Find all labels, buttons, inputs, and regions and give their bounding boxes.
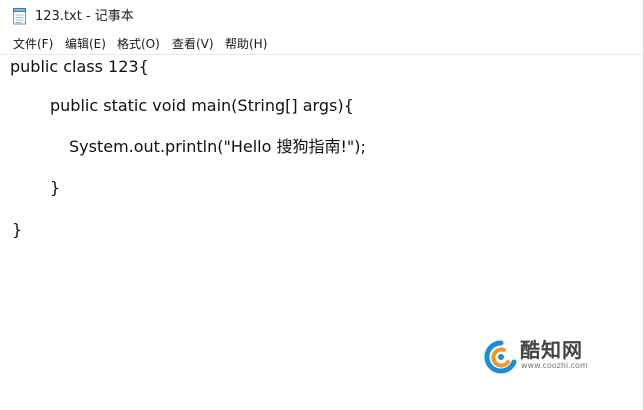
menu-view[interactable]: 查看(V) [172,36,214,52]
watermark: 酷知网 www.coozhi.com [484,338,624,378]
code-line: public class 123{ [10,57,149,76]
title-bar[interactable]: 123.txt - 记事本 [0,0,643,33]
code-line: } [12,220,23,239]
window-title: 123.txt - 记事本 [35,9,134,24]
code-line: System.out.println("Hello 搜狗指南!"); [69,137,366,156]
notepad-icon [12,8,28,25]
menu-format[interactable]: 格式(O) [117,36,160,52]
coozhi-logo-icon [484,340,518,374]
watermark-url: www.coozhi.com [521,361,588,370]
code-line: } [50,178,61,197]
menu-bar: 文件(F) 编辑(E) 格式(O) 查看(V) 帮助(H) [0,34,643,55]
watermark-name: 酷知网 [520,338,583,362]
menu-help[interactable]: 帮助(H) [225,36,267,52]
menu-file[interactable]: 文件(F) [13,36,53,52]
code-line: public static void main(String[] args){ [50,96,354,115]
menu-edit[interactable]: 编辑(E) [65,36,106,52]
notepad-window: 123.txt - 记事本 文件(F) 编辑(E) 格式(O) 查看(V) 帮助… [0,0,644,410]
